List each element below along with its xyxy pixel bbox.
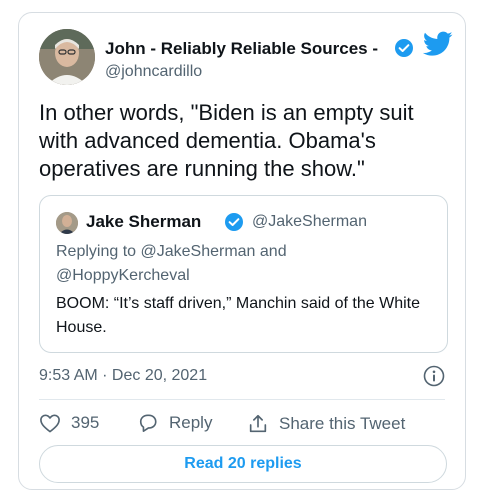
heart-icon: [40, 414, 60, 433]
tweet-card[interactable]: John - Reliably Reliable Sources - @john…: [18, 12, 466, 490]
tweet-text: In other words, "Biden is an empty suit …: [39, 100, 414, 181]
like-button[interactable]: 395: [39, 413, 99, 433]
like-count: 395: [71, 413, 100, 432]
author-handle[interactable]: @johncardillo: [105, 63, 202, 81]
author-name[interactable]: John - Reliably Reliable Sources -: [105, 39, 378, 59]
verified-badge-icon: [395, 39, 413, 57]
verified-badge-icon: [225, 213, 243, 231]
reply-label: Reply: [169, 413, 213, 432]
quoted-tweet[interactable]: Jake Sherman @JakeSherman Replying to @J…: [39, 195, 448, 353]
author-avatar[interactable]: [39, 29, 95, 85]
share-button[interactable]: Share this Tweet: [247, 413, 405, 435]
quoted-replying-to: Replying to @JakeSherman and @HoppyKerch…: [56, 243, 287, 284]
read-replies-button[interactable]: Read 20 replies: [39, 445, 447, 483]
quoted-author-name[interactable]: Jake Sherman: [86, 212, 201, 232]
share-icon: [249, 414, 267, 433]
tweet-timestamp[interactable]: 9:53 AM · Dec 20, 2021: [39, 367, 207, 385]
quoted-tweet-text: BOOM: “It’s staff driven,” Manchin said …: [56, 295, 420, 336]
divider: [39, 399, 445, 400]
share-label: Share this Tweet: [279, 414, 406, 433]
quoted-author-handle[interactable]: @JakeSherman: [252, 213, 367, 231]
quoted-author-avatar[interactable]: [56, 212, 78, 234]
reply-bubble-icon: [139, 414, 157, 432]
reply-button[interactable]: Reply: [137, 413, 212, 433]
info-icon[interactable]: [423, 365, 445, 387]
twitter-bird-icon[interactable]: [423, 31, 453, 57]
